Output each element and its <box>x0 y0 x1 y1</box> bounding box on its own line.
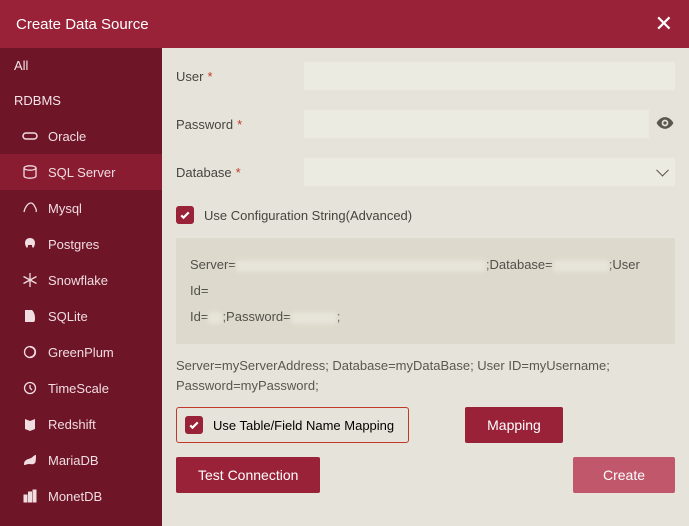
row-use-conn-string: Use Configuration String(Advanced) <box>176 206 675 224</box>
titlebar: Create Data Source ✕ <box>0 0 689 48</box>
use-mapping-box: Use Table/Field Name Mapping <box>176 407 409 443</box>
sidebar-item-timescale[interactable]: TimeScale <box>0 370 162 406</box>
sidebar-item-sqlite[interactable]: SQLite <box>0 298 162 334</box>
sidebar: All RDBMS Oracle SQL Server Mysql Po <box>0 48 162 526</box>
sidebar-item-mariadb[interactable]: MariaDB <box>0 442 162 478</box>
sidebar-item-redshift[interactable]: Redshift <box>0 406 162 442</box>
sidebar-item-label: Redshift <box>48 417 96 432</box>
row-mapping: Use Table/Field Name Mapping Mapping <box>176 407 675 443</box>
oracle-icon <box>22 128 38 144</box>
use-mapping-checkbox[interactable] <box>185 416 203 434</box>
sidebar-item-snowflake[interactable]: Snowflake <box>0 262 162 298</box>
sidebar-item-label: SQL Server <box>48 165 115 180</box>
row-user: User* <box>176 62 675 90</box>
sidebar-item-label: GreenPlum <box>48 345 114 360</box>
footer: Test Connection Create <box>176 457 675 505</box>
main-panel: User* Password* Database* <box>162 48 689 526</box>
sidebar-item-oracle[interactable]: Oracle <box>0 118 162 154</box>
greenplum-icon <box>22 344 38 360</box>
sidebar-category-rdbms[interactable]: RDBMS <box>0 83 162 118</box>
use-conn-string-checkbox[interactable] <box>176 206 194 224</box>
database-label: Database* <box>176 165 304 180</box>
dialog-title: Create Data Source <box>16 16 149 33</box>
sidebar-item-postgres[interactable]: Postgres <box>0 226 162 262</box>
connection-string-hint: Server=myServerAddress; Database=myDataB… <box>176 356 675 395</box>
password-input[interactable] <box>304 110 649 138</box>
sidebar-item-sqlserver[interactable]: SQL Server <box>0 154 162 190</box>
use-mapping-label: Use Table/Field Name Mapping <box>213 418 394 433</box>
test-connection-button[interactable]: Test Connection <box>176 457 320 493</box>
sqlite-icon <box>22 308 38 324</box>
sidebar-items: Oracle SQL Server Mysql Postgres Snowfla <box>0 118 162 526</box>
masked-segment: xxxxxxxxxxxxxxxxxxxxxxxx <box>236 260 486 272</box>
mapping-button[interactable]: Mapping <box>465 407 563 443</box>
row-password: Password* <box>176 110 675 138</box>
sidebar-item-label: MariaDB <box>48 453 99 468</box>
sidebar-item-greenplum[interactable]: GreenPlum <box>0 334 162 370</box>
sidebar-item-label: Oracle <box>48 129 86 144</box>
database-select[interactable] <box>304 158 675 186</box>
user-input[interactable] <box>304 62 675 90</box>
sidebar-item-label: Snowflake <box>48 273 108 288</box>
mysql-icon <box>22 200 38 216</box>
sidebar-item-label: Mysql <box>48 201 82 216</box>
close-icon[interactable]: ✕ <box>655 13 673 35</box>
sidebar-item-label: SQLite <box>48 309 88 324</box>
connection-string-box[interactable]: Server=xxxxxxxxxxxxxxxxxxxxxxxx;Database… <box>176 238 675 344</box>
masked-segment: xxxxxx <box>553 260 609 272</box>
create-datasource-dialog: Create Data Source ✕ All RDBMS Oracle SQ… <box>0 0 689 526</box>
sidebar-category-all[interactable]: All <box>0 48 162 83</box>
eye-icon[interactable] <box>655 113 675 136</box>
dialog-body: All RDBMS Oracle SQL Server Mysql Po <box>0 48 689 526</box>
masked-segment: xxxxx <box>291 312 337 324</box>
sidebar-item-mysql[interactable]: Mysql <box>0 190 162 226</box>
sidebar-item-label: MonetDB <box>48 489 102 504</box>
create-button[interactable]: Create <box>573 457 675 493</box>
user-label: User* <box>176 69 304 84</box>
sidebar-item-monetdb[interactable]: MonetDB <box>0 478 162 514</box>
sqlserver-icon <box>22 164 38 180</box>
snowflake-icon <box>22 272 38 288</box>
password-label: Password* <box>176 117 304 132</box>
row-database: Database* <box>176 158 675 186</box>
postgres-icon <box>22 236 38 252</box>
sidebar-item-label: Postgres <box>48 237 99 252</box>
use-conn-string-label: Use Configuration String(Advanced) <box>204 208 412 223</box>
monetdb-icon <box>22 488 38 504</box>
redshift-icon <box>22 416 38 432</box>
mariadb-icon <box>22 452 38 468</box>
masked-segment: xx <box>208 312 222 324</box>
timescale-icon <box>22 380 38 396</box>
sidebar-item-label: TimeScale <box>48 381 109 396</box>
